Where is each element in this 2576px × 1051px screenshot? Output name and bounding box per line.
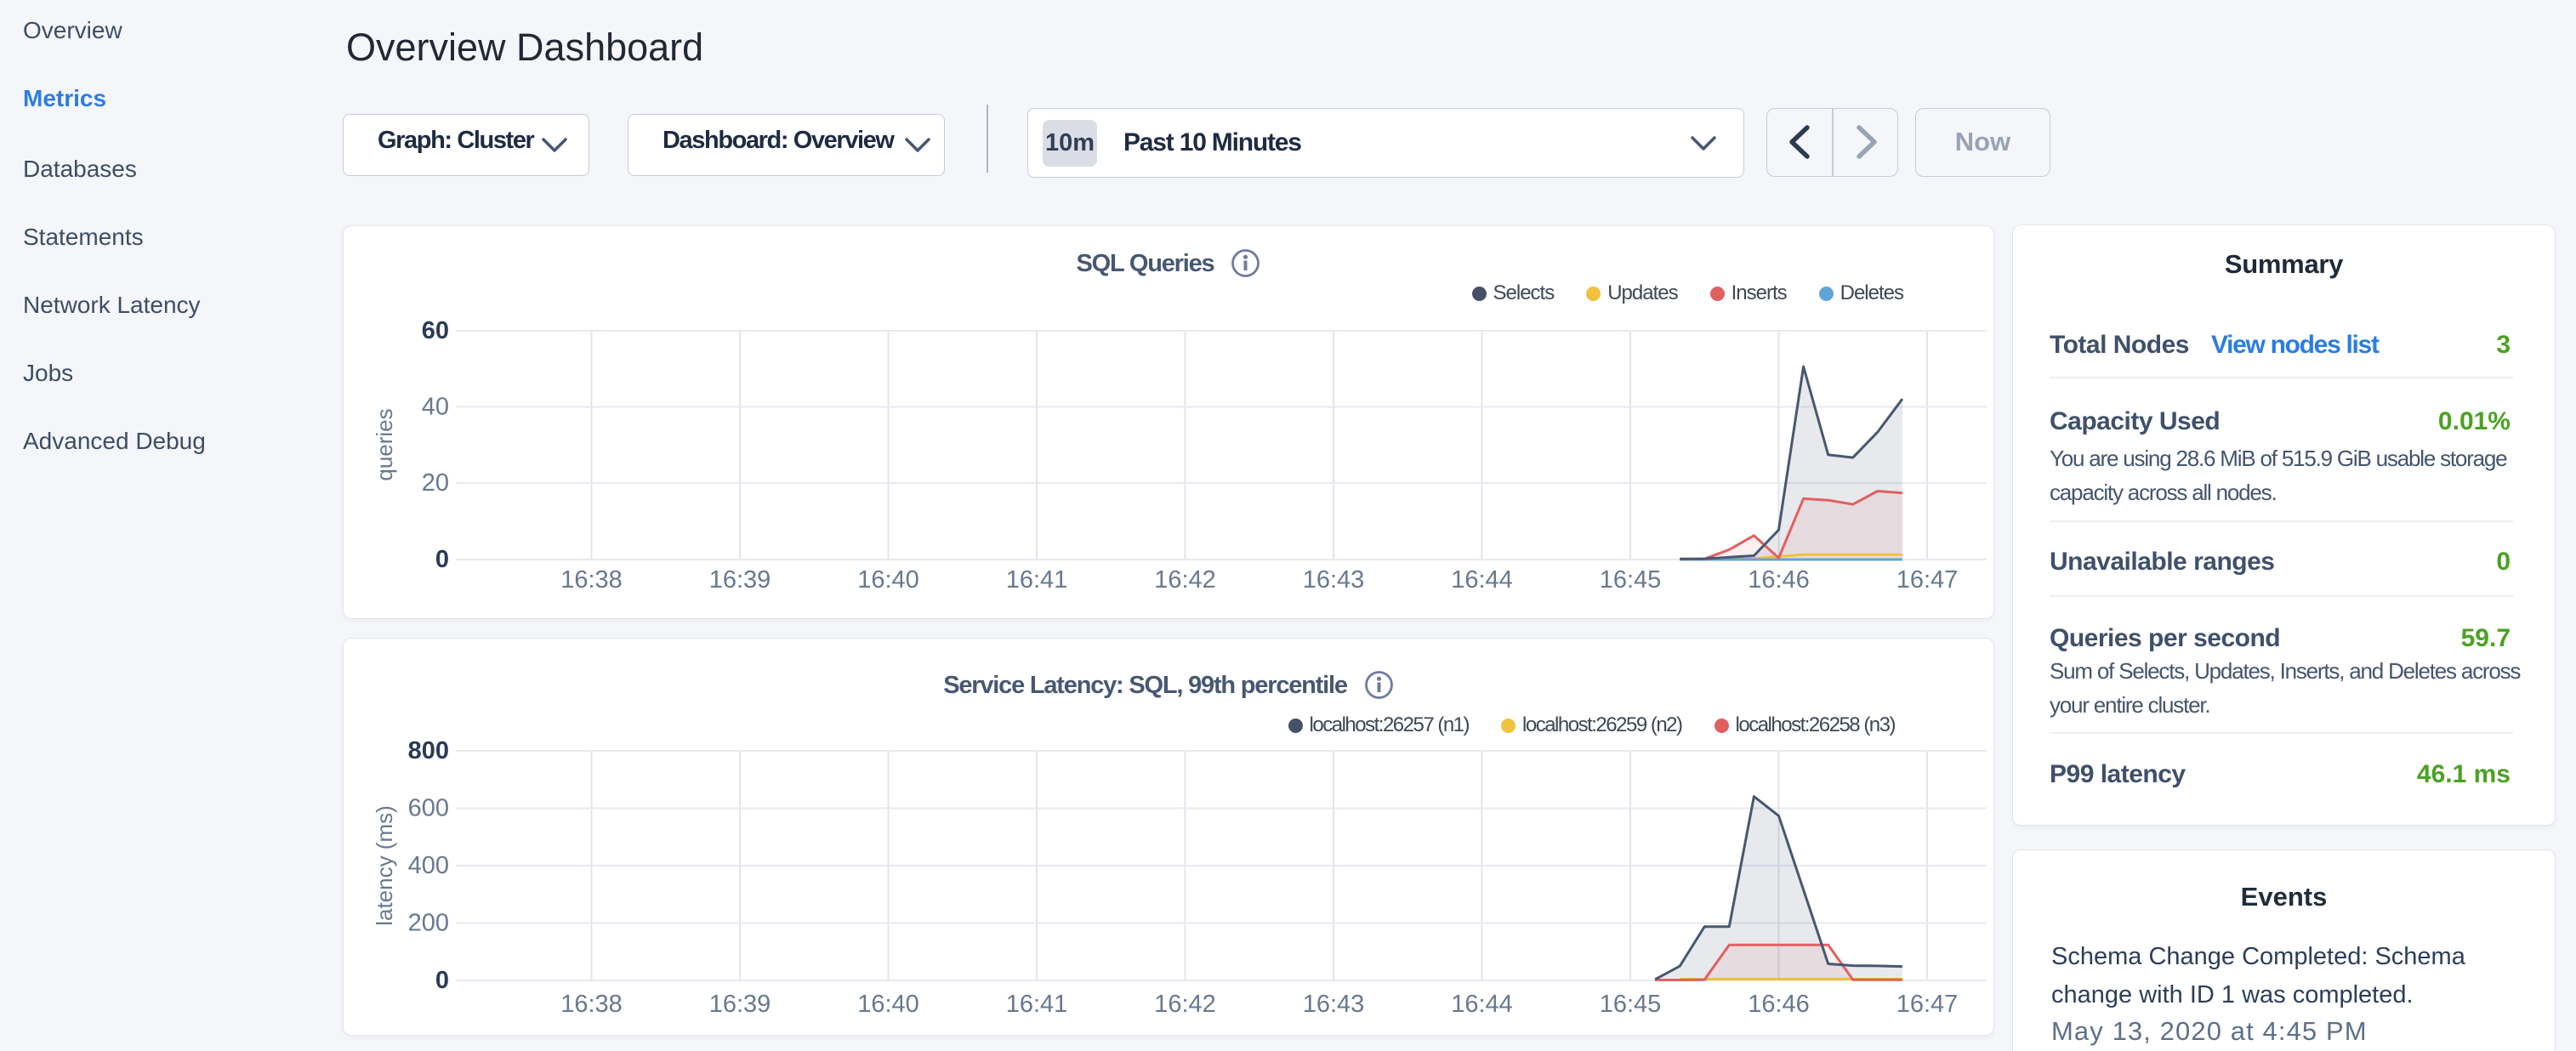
svg-text:16:46: 16:46 — [1748, 566, 1810, 594]
svg-text:16:42: 16:42 — [1154, 991, 1216, 1018]
svg-text:16:43: 16:43 — [1303, 566, 1365, 594]
svg-text:0: 0 — [435, 546, 449, 573]
svg-text:16:41: 16:41 — [1006, 566, 1068, 594]
svg-text:16:38: 16:38 — [560, 991, 623, 1018]
svg-text:800: 800 — [408, 737, 449, 764]
svg-text:16:42: 16:42 — [1154, 566, 1216, 594]
svg-text:20: 20 — [422, 469, 449, 497]
svg-text:16:41: 16:41 — [1006, 991, 1068, 1018]
svg-text:200: 200 — [408, 910, 449, 937]
svg-text:latency (ms): latency (ms) — [372, 805, 397, 926]
svg-text:16:47: 16:47 — [1896, 566, 1959, 594]
svg-text:16:38: 16:38 — [560, 566, 623, 594]
svg-text:16:40: 16:40 — [857, 991, 919, 1018]
svg-text:queries: queries — [372, 408, 397, 480]
svg-text:400: 400 — [408, 852, 449, 879]
svg-text:16:44: 16:44 — [1451, 566, 1513, 594]
svg-text:16:44: 16:44 — [1451, 991, 1513, 1018]
svg-text:0: 0 — [435, 967, 449, 994]
svg-text:16:46: 16:46 — [1748, 991, 1810, 1018]
svg-text:16:39: 16:39 — [709, 991, 771, 1018]
svg-text:60: 60 — [422, 317, 449, 344]
svg-text:600: 600 — [408, 795, 449, 822]
svg-text:16:47: 16:47 — [1896, 991, 1959, 1018]
svg-text:16:39: 16:39 — [709, 566, 771, 594]
svg-text:16:45: 16:45 — [1600, 991, 1662, 1018]
svg-text:16:40: 16:40 — [857, 566, 919, 594]
svg-text:40: 40 — [422, 394, 449, 421]
svg-text:16:43: 16:43 — [1303, 991, 1365, 1018]
svg-text:16:45: 16:45 — [1600, 566, 1662, 594]
